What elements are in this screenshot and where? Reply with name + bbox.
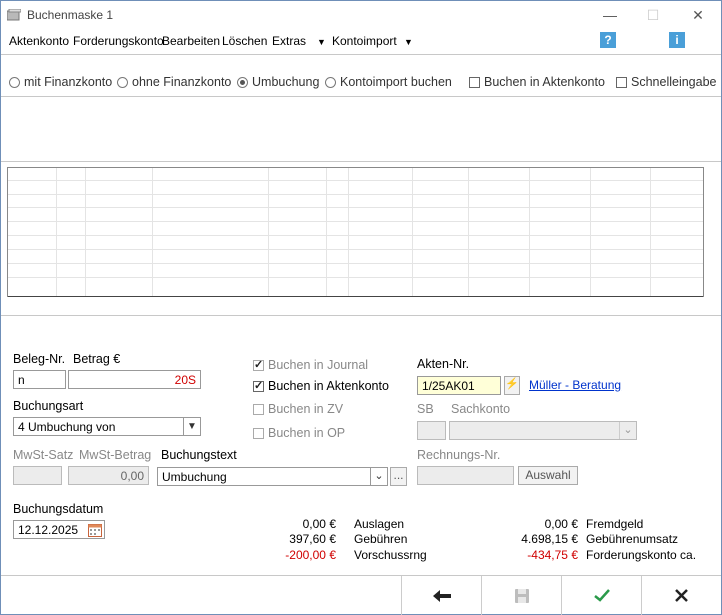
- mwst-betrag-input[interactable]: 0,00: [68, 466, 149, 485]
- booking-window: Buchenmaske 1 — ☐ ✕ Aktenkonto Forderung…: [0, 0, 722, 615]
- menu-kontoimport[interactable]: Kontoimport: [332, 34, 397, 48]
- menu-loeschen[interactable]: Löschen: [222, 34, 267, 48]
- radio-mit-finanzkonto[interactable]: mit Finanzkonto: [9, 75, 112, 89]
- sachkonto-select[interactable]: ⌄: [449, 421, 637, 440]
- checkbox-icon: [616, 76, 627, 88]
- akten-lookup-icon[interactable]: ⚡: [504, 376, 520, 395]
- help-icon[interactable]: ?: [600, 32, 616, 48]
- check-buchen-in-aktenkonto-top[interactable]: Buchen in Aktenkonto: [469, 75, 605, 89]
- calendar-icon[interactable]: [88, 523, 102, 537]
- vorschussrng-value: -200,00 €: [285, 548, 336, 562]
- chevron-down-icon[interactable]: ⌄: [370, 468, 387, 485]
- forderungskonto-value: -434,75 €: [527, 548, 578, 562]
- booking-grid[interactable]: [7, 167, 704, 297]
- menu-forderungskonto[interactable]: Forderungskonto: [73, 34, 164, 48]
- forderungskonto-label: Forderungskonto ca.: [586, 548, 697, 562]
- sb-label: SB: [417, 402, 434, 416]
- buchungstext-more-button[interactable]: ...: [390, 467, 407, 486]
- back-button[interactable]: [401, 576, 481, 615]
- fremdgeld-value: 0,00 €: [544, 517, 578, 531]
- chevron-down-icon[interactable]: ▼: [183, 418, 200, 435]
- app-icon: [7, 9, 21, 21]
- separator: [1, 315, 721, 316]
- auslagen-value: 0,00 €: [302, 517, 336, 531]
- check-schnelleingabe[interactable]: Schnelleingabe: [616, 75, 717, 89]
- title-bar: Buchenmaske 1 — ☐ ✕: [1, 1, 721, 31]
- radio-kontoimport-buchen[interactable]: Kontoimport buchen: [325, 75, 452, 89]
- gebuehrenumsatz-value: 4.698,15 €: [521, 532, 578, 546]
- buchungsdatum-label: Buchungsdatum: [13, 502, 104, 516]
- betrag-input[interactable]: 20S: [68, 370, 201, 389]
- gebuehren-label: Gebühren: [354, 532, 408, 546]
- check-buchen-in-aktenkonto[interactable]: Buchen in Aktenkonto: [253, 379, 389, 393]
- beleg-nr-input[interactable]: n: [13, 370, 66, 389]
- checkbox-checked-icon: [253, 379, 264, 392]
- menu-aktenkonto[interactable]: Aktenkonto: [9, 34, 69, 48]
- buchungstext-combobox[interactable]: Umbuchung ⌄: [157, 467, 388, 486]
- gebuehrenumsatz-label: Gebührenumsatz: [586, 532, 679, 546]
- separator: [1, 161, 721, 162]
- checkbox-icon: [253, 403, 264, 415]
- mwst-satz-label: MwSt-Satz: [13, 448, 74, 462]
- auslagen-label: Auslagen: [354, 517, 405, 531]
- radio-umbuchung[interactable]: Umbuchung: [237, 75, 319, 89]
- separator: [1, 96, 721, 97]
- minimize-button[interactable]: —: [601, 7, 619, 23]
- sb-input[interactable]: [417, 421, 446, 440]
- betrag-label: Betrag €: [73, 352, 121, 366]
- radio-icon: [117, 76, 128, 88]
- arrow-left-icon: [432, 589, 451, 602]
- fremdgeld-label: Fremdgeld: [586, 517, 644, 531]
- separator: [1, 54, 721, 55]
- check-buchen-in-zv[interactable]: Buchen in ZV: [253, 402, 343, 416]
- buchungstext-label: Buchungstext: [161, 448, 237, 462]
- rechnungs-nr-label: Rechnungs-Nr.: [417, 448, 501, 462]
- buchungsart-label: Buchungsart: [13, 399, 84, 413]
- radio-icon: [325, 76, 336, 88]
- menu-bearbeiten[interactable]: Bearbeiten: [162, 34, 220, 48]
- chevron-down-icon[interactable]: ⌄: [619, 422, 636, 439]
- close-button[interactable]: ✕: [689, 7, 707, 23]
- cancel-button[interactable]: [641, 576, 721, 615]
- checkbox-icon: [469, 76, 480, 88]
- check-buchen-in-journal[interactable]: Buchen in Journal: [253, 358, 368, 372]
- vorschussrng-label: Vorschussrng: [354, 548, 427, 562]
- radio-icon: [9, 76, 20, 88]
- info-icon[interactable]: i: [669, 32, 685, 48]
- akten-nr-label: Akten-Nr.: [417, 357, 470, 371]
- kontoimport-dropdown-icon[interactable]: ▼: [404, 37, 413, 47]
- save-icon: [514, 588, 529, 603]
- beleg-nr-label: Beleg-Nr.: [13, 352, 66, 366]
- auswahl-button[interactable]: Auswahl: [518, 466, 578, 485]
- check-buchen-in-op[interactable]: Buchen in OP: [253, 426, 345, 440]
- radio-ohne-finanzkonto[interactable]: ohne Finanzkonto: [117, 75, 231, 89]
- grid-footer-line: [8, 296, 703, 297]
- menu-extras[interactable]: Extras: [272, 34, 306, 48]
- gebuehren-value: 397,60 €: [289, 532, 336, 546]
- window-title: Buchenmaske 1: [27, 8, 114, 22]
- extras-dropdown-icon[interactable]: ▼: [317, 37, 326, 47]
- ok-button[interactable]: [561, 576, 641, 615]
- checkmark-icon: [593, 589, 610, 602]
- close-x-icon: [675, 589, 688, 602]
- rechnungs-nr-input[interactable]: [417, 466, 514, 485]
- radio-selected-icon: [237, 76, 248, 88]
- mwst-satz-input[interactable]: [13, 466, 62, 485]
- akten-nr-input[interactable]: 1/25AK01: [417, 376, 501, 395]
- checkbox-checked-icon: [253, 358, 264, 371]
- maximize-button[interactable]: ☐: [644, 7, 662, 23]
- sachkonto-label: Sachkonto: [451, 402, 511, 416]
- mwst-betrag-label: MwSt-Betrag: [79, 448, 152, 462]
- save-button[interactable]: [481, 576, 561, 615]
- buchungsdatum-input[interactable]: 12.12.2025: [13, 520, 105, 539]
- checkbox-icon: [253, 427, 264, 439]
- buchungsart-select[interactable]: 4 Umbuchung von ▼: [13, 417, 201, 436]
- akten-link[interactable]: Müller - Beratung: [529, 378, 621, 392]
